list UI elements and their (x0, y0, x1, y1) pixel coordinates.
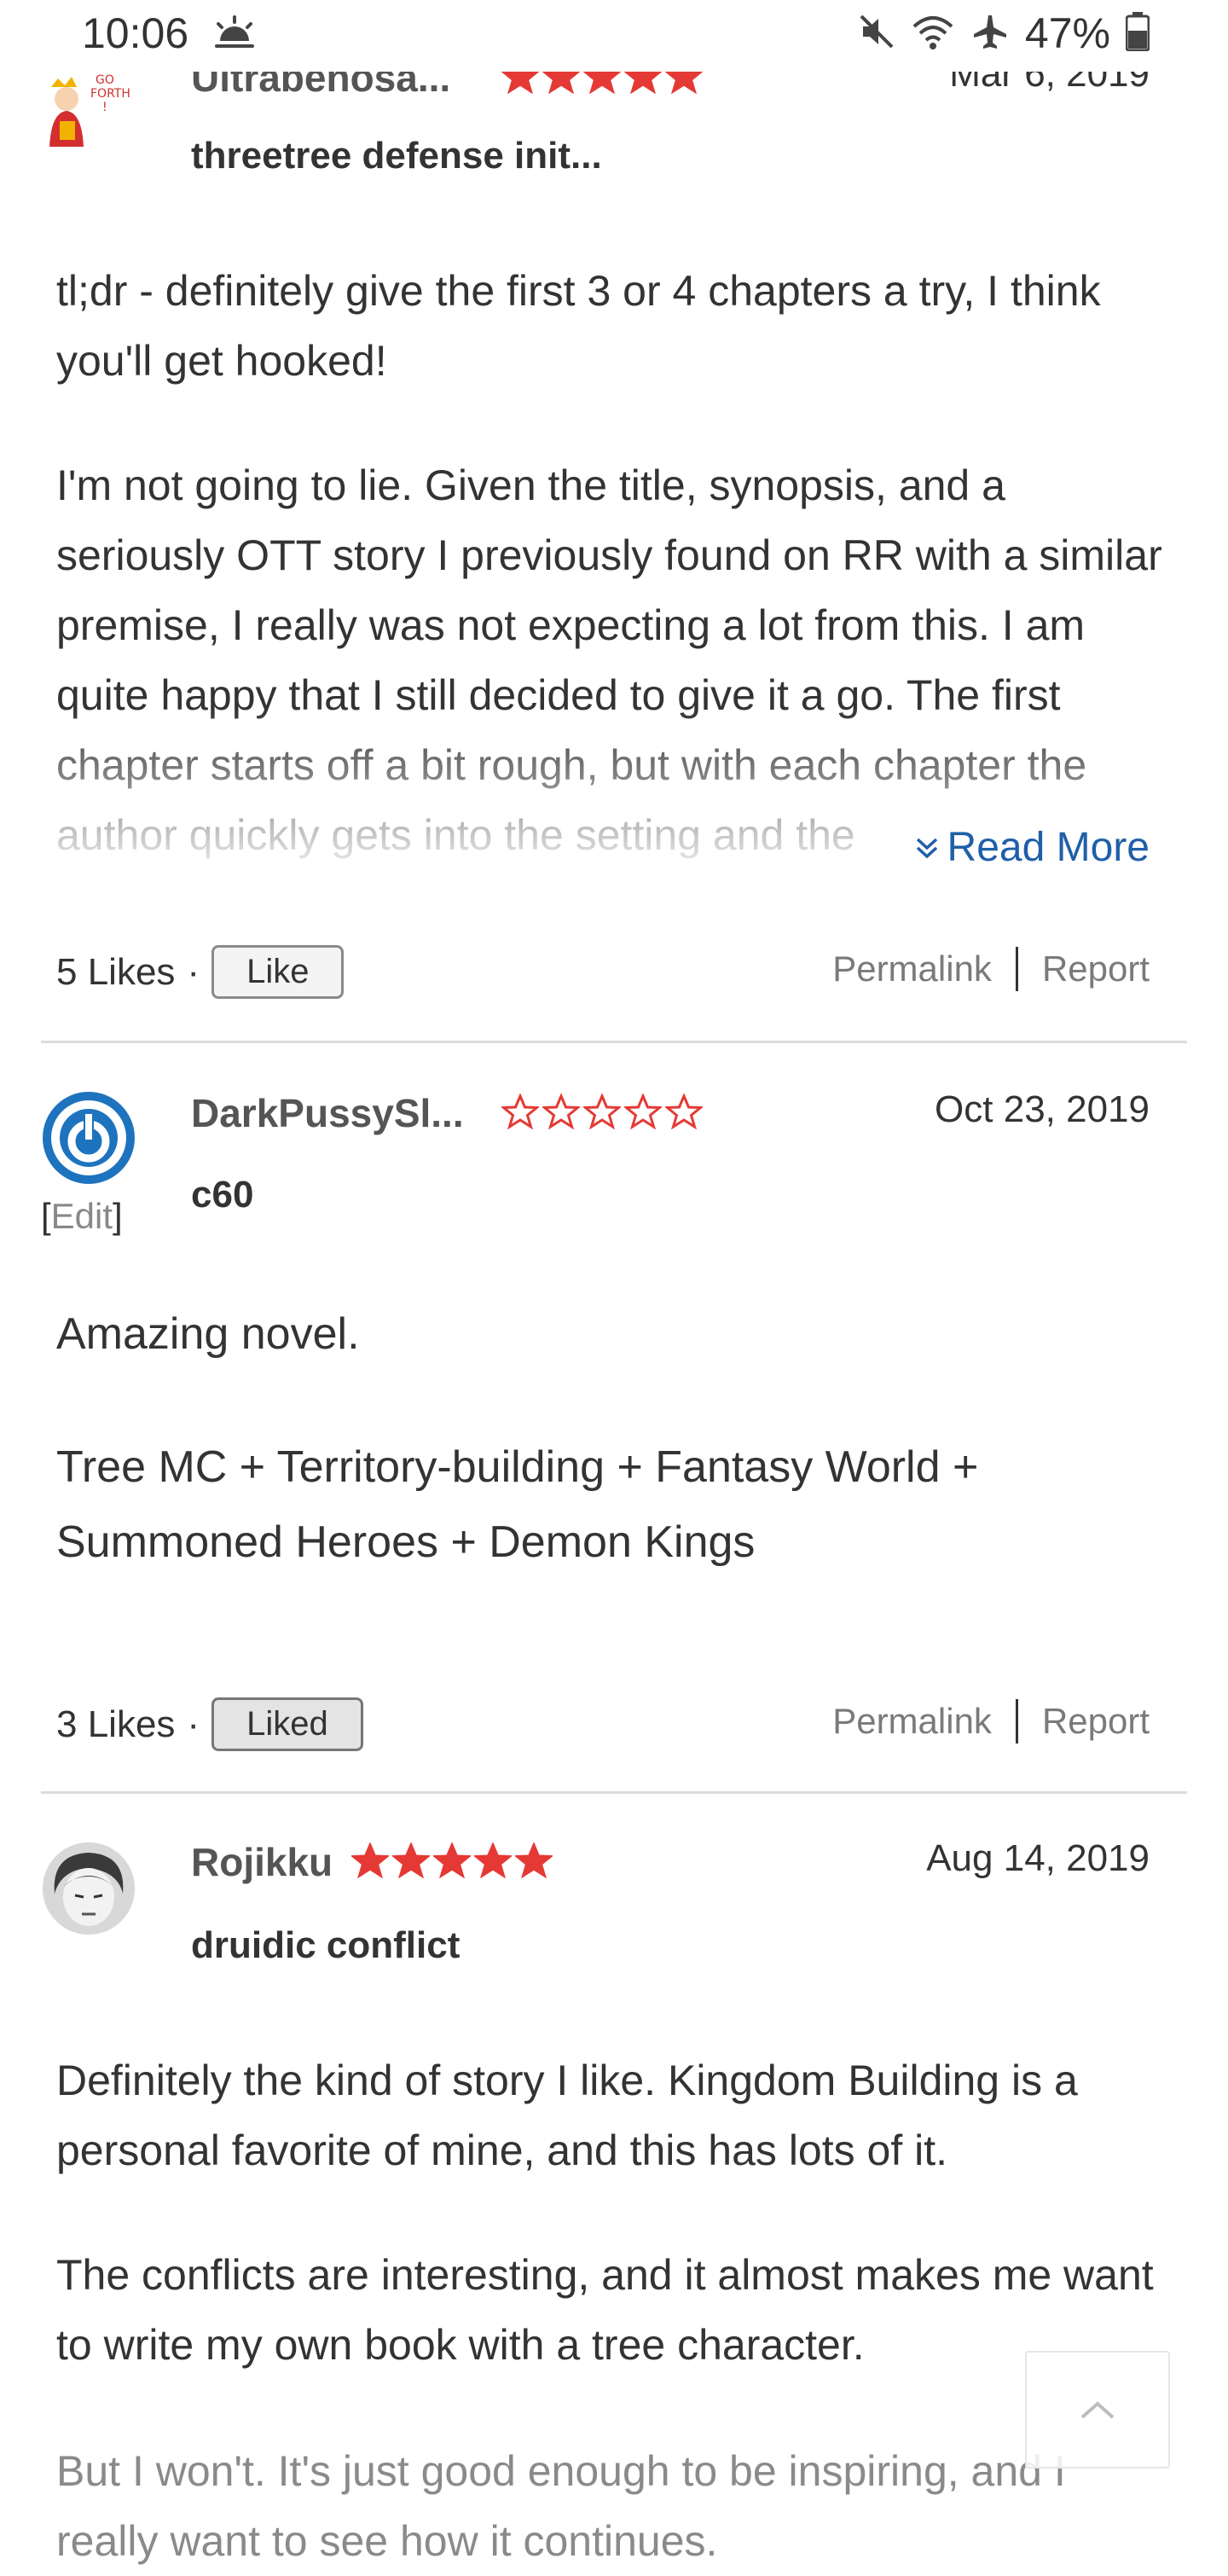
star-empty-icon (500, 1093, 541, 1134)
review-date: Aug 14, 2019 (926, 1837, 1150, 1879)
review-paragraph: Tree MC + Territory-building + Fantasy W… (56, 1442, 979, 1567)
rating-stars (350, 1842, 554, 1883)
star-empty-icon (582, 1093, 623, 1134)
permalink-link[interactable]: Permalink (832, 949, 992, 989)
star-filled-icon (350, 1842, 391, 1883)
edit-link[interactable]: [Edit] (41, 1196, 123, 1237)
report-link[interactable]: Report (1042, 1701, 1150, 1742)
svg-text:!: ! (102, 101, 107, 114)
review-links: Permalink Report (832, 947, 1150, 991)
likes-count: 3 Likes (56, 1703, 176, 1745)
star-empty-icon (541, 1093, 582, 1134)
review-title[interactable]: druidic conflict (191, 1924, 460, 1967)
likes-row: 5 Likes · Like (56, 945, 345, 999)
review-paragraph: Amazing novel. (56, 1309, 360, 1359)
review-paragraph: Definitely the kind of story I like. Kin… (56, 2057, 1078, 2174)
like-button[interactable]: Like (211, 945, 345, 999)
review-divider (41, 1791, 1187, 1794)
wifi-icon (911, 13, 955, 55)
star-empty-icon (663, 1093, 704, 1134)
chevron-up-icon (1080, 2401, 1115, 2419)
permalink-link[interactable]: Permalink (832, 1701, 992, 1742)
report-link[interactable]: Report (1042, 949, 1150, 989)
battery-icon (1125, 11, 1150, 55)
status-time: 10:06 (82, 9, 189, 57)
avatar-lettering: GO (96, 73, 114, 87)
divider (1015, 1699, 1018, 1743)
review-paragraph: But I won't. It's just good enough to be… (56, 2447, 1066, 2565)
star-empty-icon (623, 1093, 663, 1134)
avatar[interactable] (43, 1092, 135, 1184)
review-divider (41, 1041, 1187, 1043)
star-filled-icon (472, 1842, 513, 1883)
reviewer-name[interactable]: Rojikku (191, 1839, 333, 1885)
read-more-link[interactable]: Read More (915, 824, 1150, 871)
star-filled-icon (513, 1842, 554, 1883)
mute-icon (858, 13, 895, 55)
review-paragraph: The conflicts are interesting, and it al… (56, 2251, 1154, 2369)
edit-label: Edit (50, 1196, 113, 1236)
chevron-double-down-icon (916, 838, 937, 858)
weather-icon (213, 15, 256, 54)
likes-row: 3 Likes · Liked (56, 1697, 363, 1751)
review-links: Permalink Report (832, 1699, 1150, 1743)
reviewer-name[interactable]: DarkPussySl... (191, 1090, 464, 1136)
likes-count: 5 Likes (56, 950, 176, 993)
avatar[interactable]: GO FORTH ! (41, 61, 135, 155)
review-title[interactable]: c60 (191, 1174, 253, 1216)
battery-percent: 47% (1024, 9, 1110, 57)
review-date: Oct 23, 2019 (935, 1088, 1150, 1130)
avatar[interactable] (43, 1842, 135, 1935)
star-filled-icon (391, 1842, 432, 1883)
review-title[interactable]: threetree defense init... (191, 135, 602, 177)
svg-text:FORTH: FORTH (90, 87, 130, 101)
divider (1015, 947, 1018, 991)
read-more-label: Read More (947, 825, 1150, 870)
airplane-icon (970, 12, 1010, 55)
rating-stars (500, 1093, 704, 1134)
status-bar: 10:06 47% (0, 0, 1228, 72)
review-paragraph: tl;dr - definitely give the first 3 or 4… (56, 267, 1101, 385)
liked-button[interactable]: Liked (211, 1697, 363, 1751)
scroll-to-top-button[interactable] (1025, 2351, 1170, 2469)
star-filled-icon (432, 1842, 472, 1883)
